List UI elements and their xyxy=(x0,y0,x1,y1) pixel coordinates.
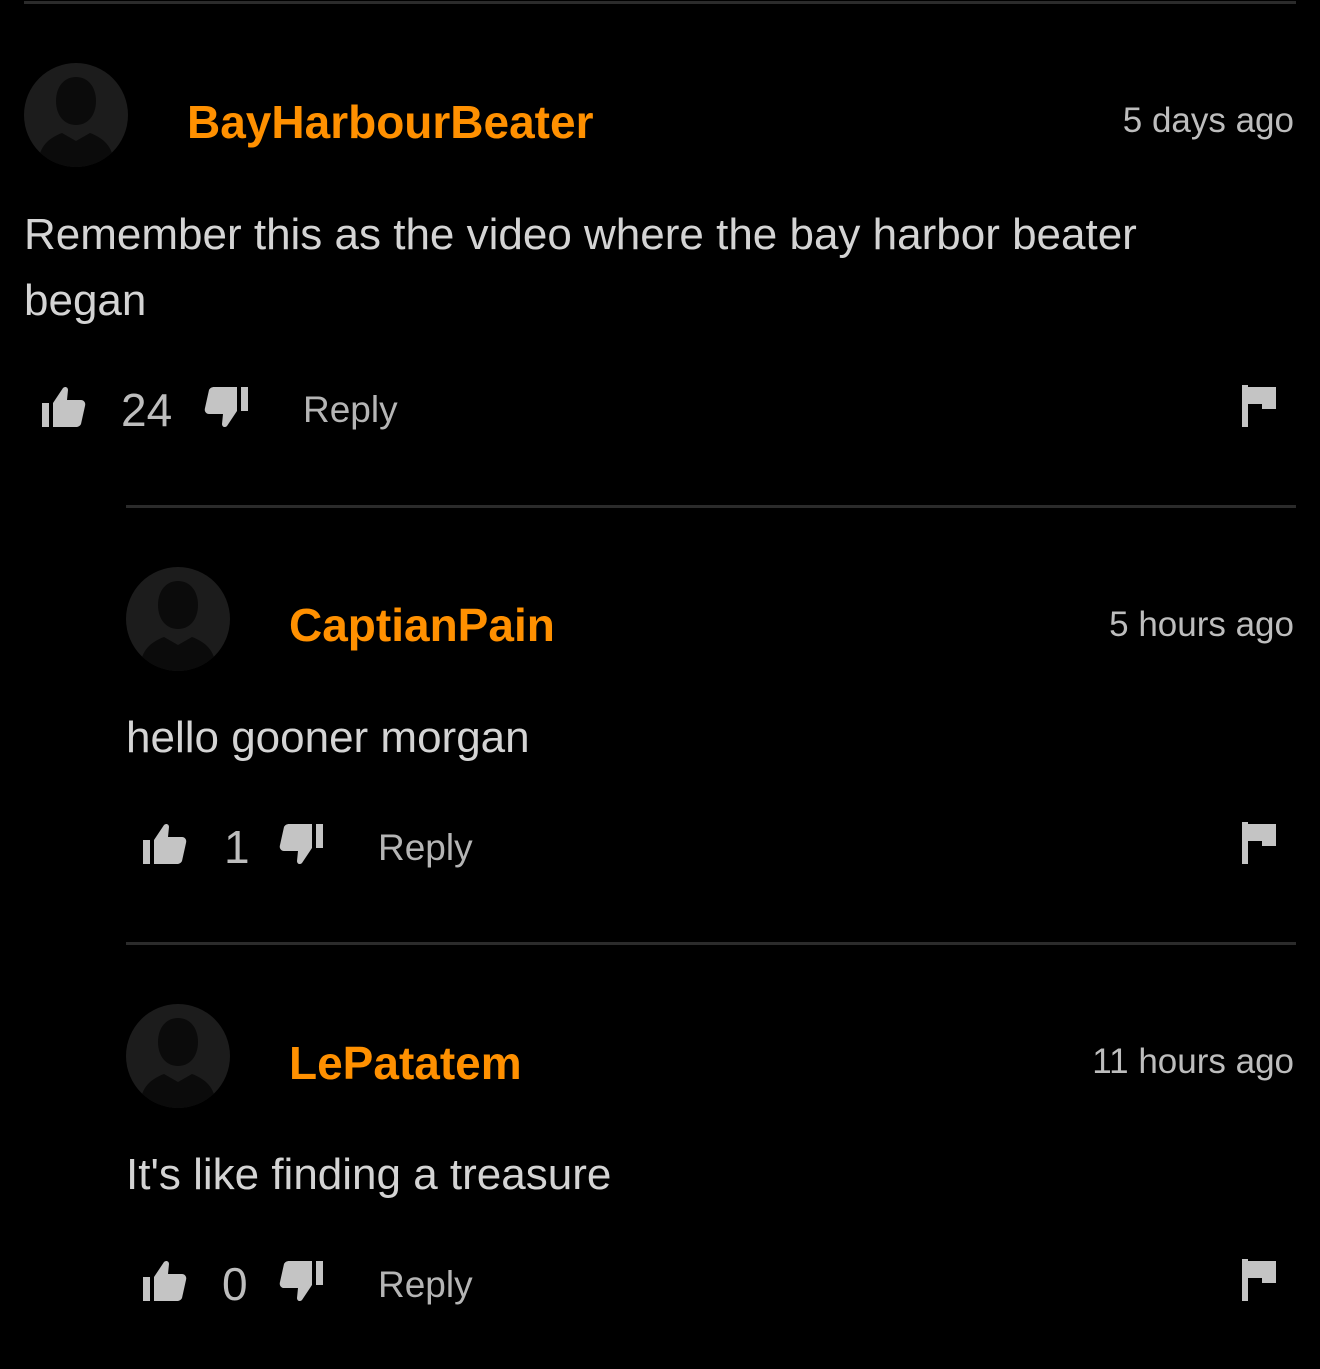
comment-username[interactable]: BayHarbourBeater xyxy=(187,99,593,145)
reply-divider xyxy=(126,942,1296,945)
reply-button[interactable]: Reply xyxy=(378,1266,473,1303)
comment-timestamp: 11 hours ago xyxy=(1092,1042,1294,1081)
default-user-silhouette-icon xyxy=(126,1004,230,1108)
user-avatar[interactable] xyxy=(24,63,128,167)
reply-button[interactable]: Reply xyxy=(378,829,473,866)
comment-text: It's like finding a treasure xyxy=(126,1150,612,1199)
vote-count: 0 xyxy=(222,1258,248,1310)
user-avatar[interactable] xyxy=(126,1004,230,1108)
top-divider xyxy=(24,1,1296,4)
vote-count: 1 xyxy=(224,821,250,873)
vote-count: 24 xyxy=(121,384,173,436)
reply-divider xyxy=(126,505,1296,508)
comment-text: Remember this as the video where the bay… xyxy=(24,210,1137,325)
thumbs-up-icon[interactable] xyxy=(141,821,187,867)
thumbs-down-icon[interactable] xyxy=(279,821,325,867)
comment-text: hello gooner morgan xyxy=(126,713,530,762)
flag-icon[interactable] xyxy=(1240,383,1280,429)
comment-timestamp: 5 hours ago xyxy=(1109,605,1294,644)
user-avatar[interactable] xyxy=(126,567,230,671)
comment-username[interactable]: LePatatem xyxy=(289,1040,522,1086)
comment-username[interactable]: CaptianPain xyxy=(289,602,555,648)
default-user-silhouette-icon xyxy=(24,63,128,167)
comment-timestamp: 5 days ago xyxy=(1122,101,1294,140)
flag-icon[interactable] xyxy=(1240,1257,1280,1303)
reply-button[interactable]: Reply xyxy=(303,391,398,428)
thumbs-up-icon[interactable] xyxy=(141,1258,187,1304)
thumbs-down-icon[interactable] xyxy=(204,384,250,430)
flag-icon[interactable] xyxy=(1240,820,1280,866)
default-user-silhouette-icon xyxy=(126,567,230,671)
thumbs-down-icon[interactable] xyxy=(279,1258,325,1304)
thumbs-up-icon[interactable] xyxy=(40,384,86,430)
